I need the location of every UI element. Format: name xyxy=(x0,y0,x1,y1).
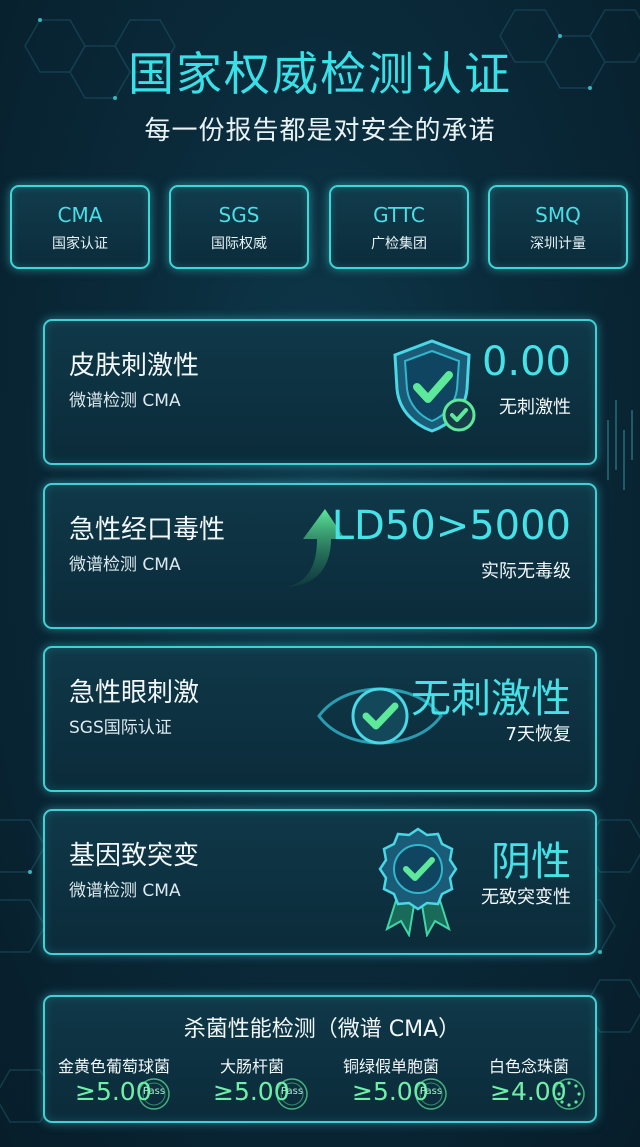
page-title: 国家权威检测认证 xyxy=(128,47,512,101)
test-note: 7天恢复 xyxy=(505,724,571,745)
eu-stars-icon xyxy=(552,1077,586,1111)
shield-check-icon xyxy=(393,339,476,433)
badge-check-icon xyxy=(378,827,458,937)
test-standard: 微谱检测 CMA xyxy=(69,391,181,411)
test-standard: 微谱检测 CMA xyxy=(69,881,181,901)
bacteria-name: 金黄色葡萄球菌 xyxy=(57,1057,170,1076)
test-name: 皮肤刺激性 xyxy=(69,351,200,381)
test-note: 无致突变性 xyxy=(481,887,571,908)
bacteria-name: 大肠杆菌 xyxy=(219,1057,284,1076)
test-value: 阴性 xyxy=(491,839,571,885)
test-card-gene-mutation: 基因致突变 微谱检测 CMA 阴性 无致突变性 xyxy=(43,809,597,955)
test-card-skin-irritation: 皮肤刺激性 微谱检测 CMA 0.00 无刺激性 xyxy=(43,319,597,465)
pass-stamp-icon: Pass xyxy=(275,1077,309,1111)
test-name: 急性经口毒性 xyxy=(69,515,226,545)
bacteria-item: 铜绿假单胞菌 ≥5.00 Pass xyxy=(322,1053,460,1110)
test-standard: 微谱检测 CMA xyxy=(69,555,181,575)
test-value: 无刺激性 xyxy=(411,676,571,722)
bacteria-item: 大肠杆菌 ≥5.00 Pass xyxy=(183,1053,321,1110)
test-value: LD50>5000 xyxy=(331,503,571,549)
cert-org: 深圳计量 xyxy=(530,236,586,252)
cert-row: CMA 国家认证 SGS 国际权威 GTTC 广检集团 SMQ 深圳计量 xyxy=(10,185,630,269)
bacteria-name: 铜绿假单胞菌 xyxy=(342,1057,439,1076)
test-card-eye-irritation: 急性眼刺激 SGS国际认证 无刺激性 7天恢复 xyxy=(43,646,597,792)
antibacterial-title: 杀菌性能检测（微谱 CMA） xyxy=(183,1017,461,1042)
bacteria-item: 金黄色葡萄球菌 ≥5.00 Pass xyxy=(45,1053,183,1110)
cert-gttc: GTTC 广检集团 xyxy=(329,185,469,269)
cert-name: CMA xyxy=(57,203,103,227)
pass-stamp-icon: Pass xyxy=(137,1077,171,1111)
test-value: 0.00 xyxy=(481,339,571,385)
test-note: 实际无毒级 xyxy=(481,561,571,582)
bacteria-name: 白色念珠菌 xyxy=(488,1057,569,1076)
cert-org: 国家认证 xyxy=(52,236,108,252)
test-card-oral-toxicity: 急性经口毒性 微谱检测 CMA LD50>5000 实际无毒级 xyxy=(43,483,597,629)
test-note: 无刺激性 xyxy=(499,397,571,418)
pass-stamp-icon: Pass xyxy=(414,1077,448,1111)
cert-cma: CMA 国家认证 xyxy=(10,185,150,269)
cert-smq: SMQ 深圳计量 xyxy=(488,185,628,269)
cert-name: GTTC xyxy=(373,203,425,227)
cert-name: SMQ xyxy=(535,203,581,227)
test-standard: SGS国际认证 xyxy=(69,718,172,738)
cert-sgs: SGS 国际权威 xyxy=(169,185,309,269)
test-name: 急性眼刺激 xyxy=(69,678,200,708)
bacteria-item: 白色念珠菌 ≥4.00 xyxy=(460,1053,598,1110)
cert-org: 广检集团 xyxy=(371,236,427,252)
cert-name: SGS xyxy=(218,203,260,227)
test-name: 基因致突变 xyxy=(69,841,200,871)
cert-org: 国际权威 xyxy=(211,236,267,252)
page-subtitle: 每一份报告都是对安全的承诺 xyxy=(144,116,496,146)
antibacterial-panel: 杀菌性能检测（微谱 CMA） 金黄色葡萄球菌 ≥5.00 Pass 大肠杆菌 ≥… xyxy=(43,995,597,1123)
